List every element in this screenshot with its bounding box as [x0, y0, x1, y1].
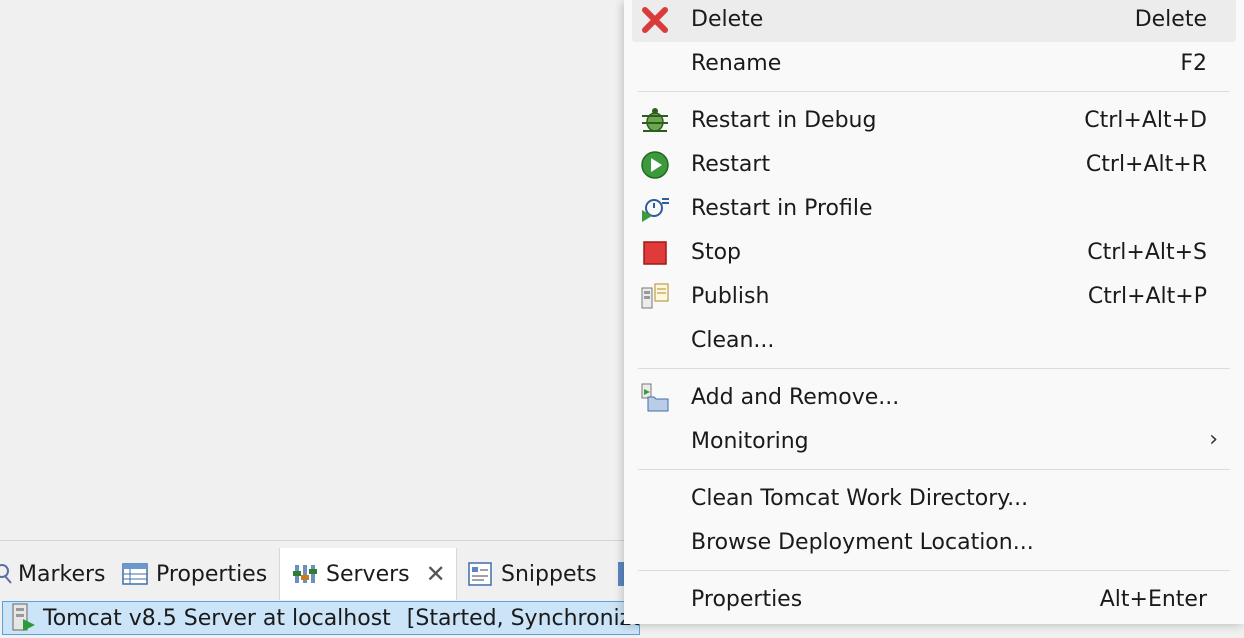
chevron-right-icon: › [1209, 427, 1218, 452]
menu-label: Monitoring [691, 429, 809, 454]
menu-label: Browse Deployment Location... [691, 530, 1034, 555]
menu-shortcut: Ctrl+Alt+S [1087, 240, 1207, 265]
menu-shortcut: F2 [1180, 51, 1207, 76]
menu-shortcut: Ctrl+Alt+P [1087, 284, 1207, 309]
editor-area [0, 0, 624, 541]
server-started-icon [11, 603, 37, 633]
tab-markers[interactable]: Markers [0, 548, 116, 600]
view-tab-bar: Markers Properties Servers ✕ Snippets [0, 548, 640, 600]
tab-servers[interactable]: Servers ✕ [279, 548, 457, 600]
menu-item-restart-debug[interactable]: Restart in Debug Ctrl+Alt+D [632, 99, 1236, 143]
menu-item-monitoring[interactable]: Monitoring › [632, 420, 1236, 464]
menu-item-clean-work-dir[interactable]: Clean Tomcat Work Directory... [632, 477, 1236, 521]
menu-item-browse-deployment[interactable]: Browse Deployment Location... [632, 521, 1236, 565]
profile-icon [640, 194, 670, 224]
menu-separator [638, 368, 1230, 369]
close-icon[interactable]: ✕ [426, 560, 446, 588]
menu-shortcut: Alt+Enter [1099, 587, 1207, 612]
menu-item-add-remove[interactable]: Add and Remove... [632, 376, 1236, 420]
menu-label: Clean... [691, 328, 775, 353]
markers-icon [0, 561, 14, 587]
tab-properties[interactable]: Properties [122, 548, 277, 600]
add-remove-icon [640, 383, 670, 413]
menu-label: Stop [691, 240, 742, 265]
menu-item-rename[interactable]: Rename F2 [632, 42, 1236, 86]
menu-item-restart[interactable]: Restart Ctrl+Alt+R [632, 143, 1236, 187]
menu-item-clean[interactable]: Clean... [632, 319, 1236, 363]
menu-label: Restart in Profile [691, 196, 873, 221]
menu-shortcut: Delete [1134, 7, 1207, 32]
stop-icon [640, 238, 670, 268]
menu-separator [638, 570, 1230, 571]
menu-label: Restart in Debug [691, 108, 877, 133]
server-status: [Started, Synchronized] [406, 605, 639, 631]
menu-item-stop[interactable]: Stop Ctrl+Alt+S [632, 231, 1236, 275]
menu-shortcut: Ctrl+Alt+R [1085, 152, 1207, 177]
menu-label: Publish [691, 284, 770, 309]
menu-label: Rename [691, 51, 782, 76]
tab-label: Markers [18, 561, 106, 587]
tab-label: Properties [156, 561, 268, 587]
menu-item-publish[interactable]: Publish Ctrl+Alt+P [632, 275, 1236, 319]
menu-label: Properties [691, 587, 803, 612]
server-name: Tomcat v8.5 Server at localhost [43, 605, 391, 631]
tab-label: Snippets [501, 561, 597, 587]
menu-label: Clean Tomcat Work Directory... [691, 486, 1029, 511]
publish-icon [640, 282, 670, 312]
snippets-icon [467, 561, 493, 587]
server-row[interactable]: Tomcat v8.5 Server at localhost [Started… [2, 601, 640, 635]
menu-shortcut: Ctrl+Alt+D [1084, 108, 1207, 133]
debug-icon [640, 106, 670, 136]
restart-icon [640, 150, 670, 180]
properties-icon [122, 561, 148, 587]
menu-item-delete[interactable]: Delete Delete [632, 0, 1236, 42]
tab-label: Servers [326, 561, 410, 587]
tab-snippets[interactable]: Snippets [467, 548, 607, 600]
servers-icon [292, 561, 318, 587]
delete-icon [640, 5, 670, 35]
menu-item-restart-profile[interactable]: Restart in Profile [632, 187, 1236, 231]
menu-separator [638, 91, 1230, 92]
menu-item-properties[interactable]: Properties Alt+Enter [632, 578, 1236, 622]
context-menu: Delete Delete Rename F2 Restart in Debug… [624, 0, 1244, 624]
menu-label: Delete [691, 7, 764, 32]
menu-label: Restart [691, 152, 771, 177]
menu-label: Add and Remove... [691, 385, 900, 410]
menu-separator [638, 469, 1230, 470]
